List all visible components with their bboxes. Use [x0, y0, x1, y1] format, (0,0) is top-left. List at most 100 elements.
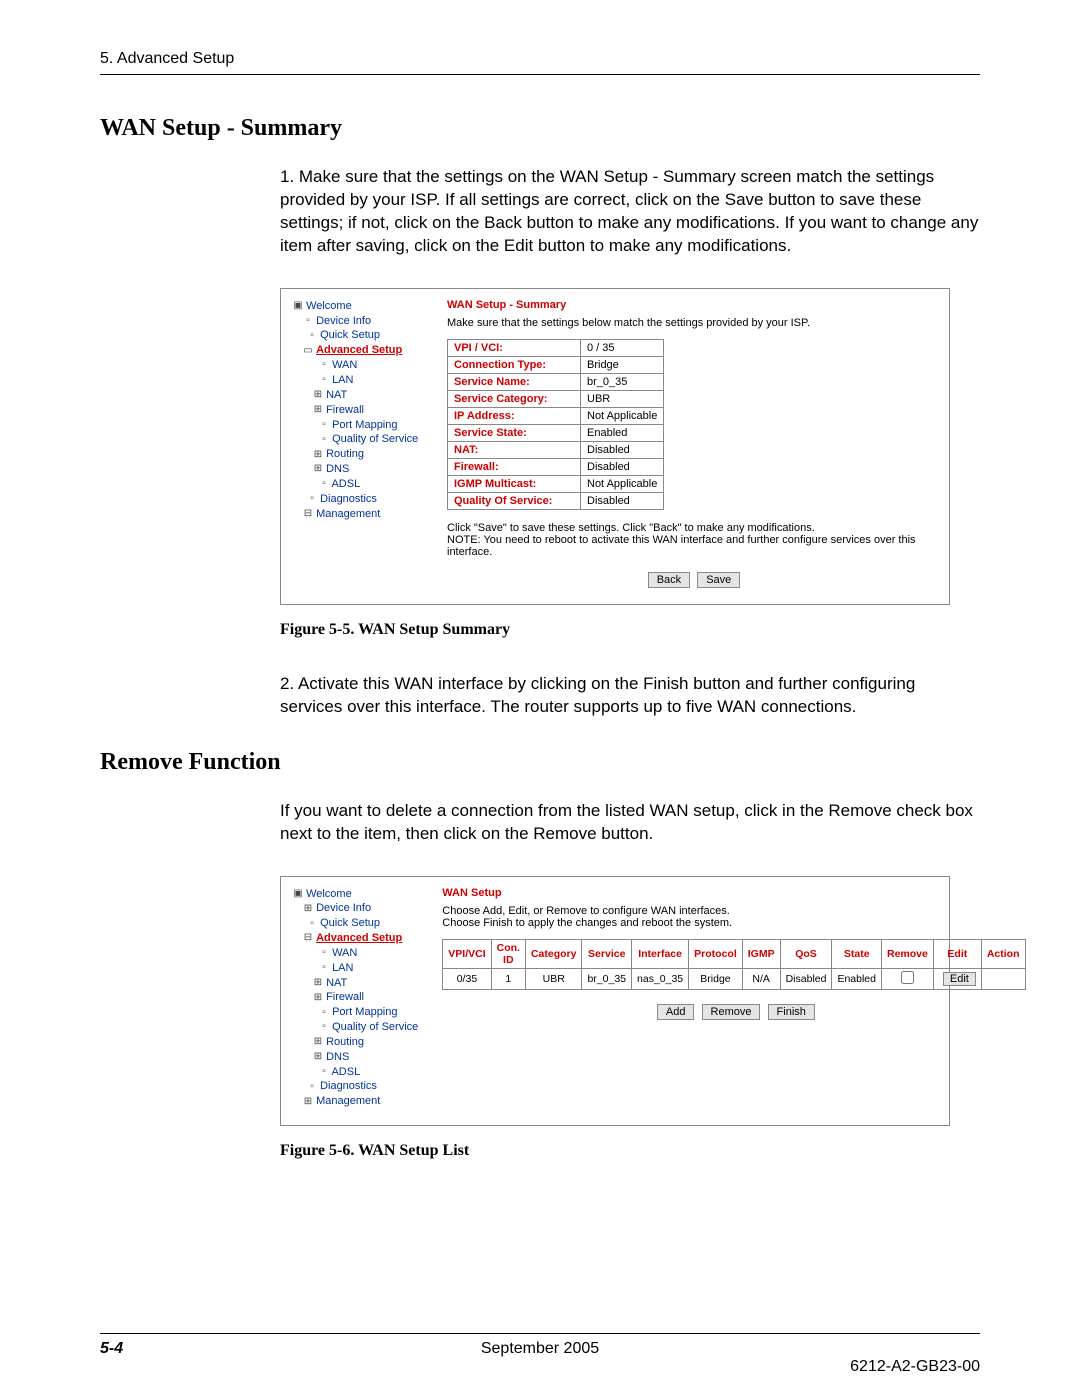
- nav-management[interactable]: ⊟ Management: [293, 507, 423, 522]
- nav-wan[interactable]: ▫ WAN: [293, 946, 418, 961]
- row-state-k: Service State:: [448, 424, 581, 441]
- save-button[interactable]: Save: [697, 572, 740, 588]
- remove-checkbox[interactable]: [901, 971, 914, 984]
- chapter-header: 5. Advanced Setup: [100, 50, 980, 68]
- row-qos-v: Disabled: [581, 492, 664, 509]
- th-qos: QoS: [780, 939, 832, 968]
- page-icon: ▫: [319, 946, 329, 960]
- panel-note-1: Click "Save" to save these settings. Cli…: [447, 522, 937, 534]
- page-icon: ▫: [307, 492, 317, 506]
- plus-icon: ⊞: [313, 388, 323, 402]
- row-qos-k: Quality Of Service:: [448, 492, 581, 509]
- td-category: UBR: [525, 968, 582, 989]
- nav-nat[interactable]: ⊞ NAT: [293, 388, 423, 403]
- th-edit: Edit: [933, 939, 981, 968]
- folder-icon: ▫: [303, 314, 313, 328]
- plus-icon: ⊞: [303, 1095, 313, 1109]
- panel-title: WAN Setup: [442, 887, 1025, 899]
- page-icon: ▫: [319, 358, 329, 372]
- plus-icon: ⊞: [313, 1035, 323, 1049]
- page-icon: ▫: [319, 418, 329, 432]
- nav-management[interactable]: ⊞ Management: [293, 1094, 418, 1109]
- nav-routing[interactable]: ⊞ Routing: [293, 1035, 418, 1050]
- nav-diagnostics[interactable]: ▫ Diagnostics: [293, 492, 423, 507]
- header-rule: [100, 74, 980, 75]
- minus-icon: ⊟: [303, 507, 313, 521]
- nav-firewall[interactable]: ⊞ Firewall: [293, 403, 423, 418]
- td-action: [981, 968, 1025, 989]
- page-icon: ▫: [307, 329, 317, 343]
- row-ip-v: Not Applicable: [581, 407, 664, 424]
- footer-doc-id: 6212-A2-GB23-00: [850, 1358, 980, 1376]
- nav-welcome[interactable]: ▣ Welcome: [293, 299, 423, 314]
- paragraph-2: 2. Activate this WAN interface by clicki…: [280, 673, 980, 719]
- plus-icon: ⊞: [313, 403, 323, 417]
- remove-button[interactable]: Remove: [702, 1004, 761, 1020]
- edit-row-button[interactable]: Edit: [943, 972, 976, 986]
- nav-lan[interactable]: ▫ LAN: [293, 961, 418, 976]
- th-interface: Interface: [632, 939, 689, 968]
- row-service-cat-k: Service Category:: [448, 390, 581, 407]
- folder-open-icon: ▭: [303, 344, 313, 358]
- nav-wan[interactable]: ▫ WAN: [293, 358, 423, 373]
- page-icon: ▫: [319, 373, 329, 387]
- finish-button[interactable]: Finish: [768, 1004, 815, 1020]
- nav-advanced-setup[interactable]: ⊟ Advanced Setup: [293, 931, 418, 946]
- row-vpi-vci-k: VPI / VCI:: [448, 339, 581, 356]
- plus-icon: ⊞: [313, 976, 323, 990]
- nav-device-info[interactable]: ⊞ Device Info: [293, 901, 418, 916]
- nav-adsl[interactable]: ▫ ADSL: [293, 477, 423, 492]
- table-row: 0/35 1 UBR br_0_35 nas_0_35 Bridge N/A D…: [443, 968, 1025, 989]
- plus-icon: ⊞: [313, 462, 323, 476]
- panel-title: WAN Setup - Summary: [447, 299, 937, 311]
- row-firewall-k: Firewall:: [448, 458, 581, 475]
- nav-advanced-setup[interactable]: ▭ Advanced Setup: [293, 343, 423, 358]
- nav-nat[interactable]: ⊞ NAT: [293, 976, 418, 991]
- nav-port-mapping[interactable]: ▫ Port Mapping: [293, 418, 423, 433]
- minus-icon: ⊟: [303, 931, 313, 945]
- back-button[interactable]: Back: [648, 572, 690, 588]
- page-icon: ▫: [319, 1065, 329, 1079]
- panel-note-2: NOTE: You need to reboot to activate thi…: [447, 534, 937, 558]
- nav-dns[interactable]: ⊞ DNS: [293, 1050, 418, 1065]
- td-qos: Disabled: [780, 968, 832, 989]
- nav-routing[interactable]: ⊞ Routing: [293, 447, 423, 462]
- add-button[interactable]: Add: [657, 1004, 695, 1020]
- row-nat-v: Disabled: [581, 441, 664, 458]
- page-icon: ▫: [319, 1006, 329, 1020]
- nav-lan[interactable]: ▫ LAN: [293, 373, 423, 388]
- nav-qos[interactable]: ▫ Quality of Service: [293, 432, 423, 447]
- panel-line-1: Choose Add, Edit, or Remove to configure…: [442, 905, 1025, 917]
- row-service-cat-v: UBR: [581, 390, 664, 407]
- th-protocol: Protocol: [689, 939, 743, 968]
- nav-firewall[interactable]: ⊞ Firewall: [293, 990, 418, 1005]
- td-vpivci: 0/35: [443, 968, 491, 989]
- wan-list-table: VPI/VCI Con. ID Category Service Interfa…: [442, 939, 1025, 990]
- td-protocol: Bridge: [689, 968, 743, 989]
- td-conid: 1: [491, 968, 525, 989]
- page-icon: ▫: [307, 1080, 317, 1094]
- row-service-name-k: Service Name:: [448, 373, 581, 390]
- section-title-wan-summary: WAN Setup - Summary: [100, 115, 980, 142]
- plus-icon: ⊞: [313, 448, 323, 462]
- nav-dns[interactable]: ⊞ DNS: [293, 462, 423, 477]
- nav-diagnostics[interactable]: ▫ Diagnostics: [293, 1079, 418, 1094]
- footer-page-number: 5-4: [100, 1340, 123, 1358]
- nav-welcome[interactable]: ▣ Welcome: [293, 887, 418, 902]
- nav-quick-setup[interactable]: ▫ Quick Setup: [293, 328, 423, 343]
- nav-qos[interactable]: ▫ Quality of Service: [293, 1020, 418, 1035]
- panel-instruction: Make sure that the settings below match …: [447, 317, 937, 329]
- nav-quick-setup[interactable]: ▫ Quick Setup: [293, 916, 418, 931]
- row-firewall-v: Disabled: [581, 458, 664, 475]
- nav-adsl[interactable]: ▫ ADSL: [293, 1065, 418, 1080]
- figure-5-5-caption: Figure 5-5. WAN Setup Summary: [280, 621, 980, 639]
- figure-5-5-screenshot: ▣ Welcome ▫ Device Info ▫ Quick Setup ▭ …: [280, 288, 950, 605]
- nav-device-info[interactable]: ▫ Device Info: [293, 314, 423, 329]
- summary-table: VPI / VCI:0 / 35 Connection Type:Bridge …: [447, 339, 664, 510]
- row-ip-k: IP Address:: [448, 407, 581, 424]
- nav-tree-2: ▣ Welcome ⊞ Device Info ▫ Quick Setup ⊟ …: [293, 887, 418, 1110]
- nav-port-mapping[interactable]: ▫ Port Mapping: [293, 1005, 418, 1020]
- th-state: State: [832, 939, 882, 968]
- th-remove: Remove: [882, 939, 934, 968]
- plus-icon: ⊞: [303, 902, 313, 916]
